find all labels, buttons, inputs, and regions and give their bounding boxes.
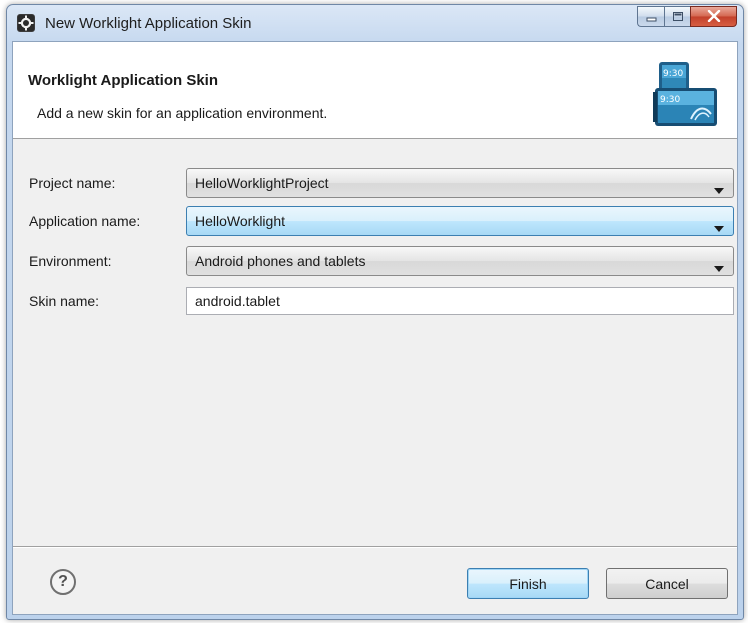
project-name-select[interactable]: HelloWorklightProject [186, 168, 734, 198]
footer-separator [13, 546, 737, 548]
skin-name-input[interactable]: android.tablet [186, 287, 734, 315]
help-icon: ? [58, 573, 68, 590]
finish-label: Finish [509, 575, 547, 592]
cancel-label: Cancel [645, 575, 689, 592]
environment-row: Environment: Android phones and tablets [13, 246, 737, 276]
close-icon [707, 9, 721, 25]
window-title: New Worklight Application Skin [45, 15, 252, 32]
banner-title: Worklight Application Skin [28, 72, 219, 89]
application-name-row: Application name: HelloWorklight [13, 206, 737, 236]
cancel-button[interactable]: Cancel [606, 568, 728, 599]
project-name-row: Project name: HelloWorklightProject [13, 168, 737, 198]
skin-name-label: Skin name: [29, 293, 100, 309]
environment-select[interactable]: Android phones and tablets [186, 246, 734, 276]
skin-name-value: android.tablet [195, 293, 280, 309]
project-name-label: Project name: [29, 175, 116, 191]
banner-description: Add a new skin for an application enviro… [37, 105, 328, 121]
device-skin-icon: 9:30 9:30 [653, 62, 719, 126]
window-controls [637, 6, 737, 28]
chevron-down-icon [714, 181, 724, 197]
finish-button[interactable]: Finish [467, 568, 589, 599]
wizard-banner: Worklight Application Skin Add a new ski… [13, 42, 737, 139]
help-button[interactable]: ? [50, 569, 76, 595]
application-name-select[interactable]: HelloWorklight [186, 206, 734, 236]
title-bar[interactable]: New Worklight Application Skin [7, 5, 743, 43]
chevron-down-icon [714, 259, 724, 275]
eclipse-icon [17, 14, 35, 32]
chevron-down-icon [714, 219, 724, 235]
image-clock-2: 9:30 [660, 95, 680, 105]
project-name-value: HelloWorklightProject [195, 175, 329, 191]
dialog-client-area: Worklight Application Skin Add a new ski… [12, 41, 738, 615]
dialog-window: New Worklight Application Skin Worklight… [6, 4, 744, 620]
minimize-button[interactable] [637, 6, 664, 27]
maximize-button[interactable] [664, 6, 690, 27]
environment-label: Environment: [29, 253, 112, 269]
application-name-label: Application name: [29, 213, 141, 229]
application-name-value: HelloWorklight [195, 213, 285, 229]
maximize-icon [672, 9, 684, 25]
skin-name-row: Skin name: android.tablet [13, 287, 737, 317]
minimize-icon [646, 9, 657, 25]
environment-value: Android phones and tablets [195, 253, 366, 269]
close-button[interactable] [690, 6, 737, 27]
image-clock-1: 9:30 [663, 69, 683, 79]
